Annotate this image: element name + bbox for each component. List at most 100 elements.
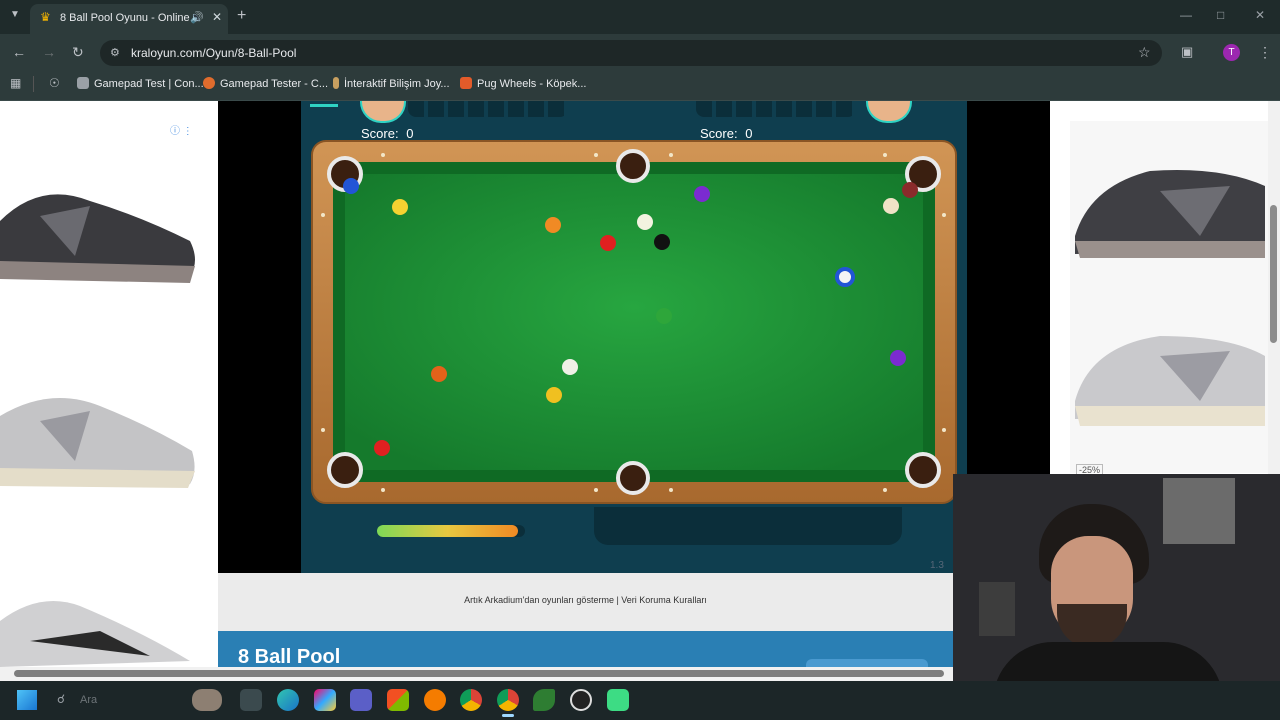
player2-score: Score: 0 — [700, 126, 752, 141]
crown-icon: ♛ — [40, 10, 51, 24]
horizontal-scroll-thumb[interactable] — [14, 670, 944, 677]
android-icon[interactable] — [607, 689, 629, 711]
ball-yellow-stripe — [392, 199, 408, 215]
bookmark-interaktif[interactable]: İnteraktif Bilişim Joy... — [333, 77, 450, 90]
edge-icon[interactable] — [277, 689, 299, 711]
rail-diamond — [381, 153, 385, 157]
ball-yellow — [546, 387, 562, 403]
speaker-icon[interactable]: 🔊 — [190, 11, 204, 24]
obs-icon[interactable] — [570, 689, 592, 711]
ball-blue-stripe — [835, 267, 855, 287]
ball-eight — [654, 234, 670, 250]
fruity-icon[interactable] — [424, 689, 446, 711]
rail-diamond — [942, 428, 946, 432]
extensions-icon[interactable]: ▣ — [1181, 44, 1193, 60]
tab-active[interactable]: ♛ 8 Ball Pool Oyunu - Online 🔊 ✕ — [30, 4, 228, 34]
rail-diamond — [594, 488, 598, 492]
chrome-icon[interactable] — [460, 689, 482, 711]
power-bar-fill — [377, 525, 518, 537]
profile-avatar[interactable]: T — [1223, 44, 1240, 61]
close-tab-icon[interactable]: ✕ — [212, 10, 222, 24]
player1-ball-slots — [408, 101, 568, 117]
rail-diamond — [942, 213, 946, 217]
player1-score-label: Score: — [361, 126, 399, 141]
rail-diamond — [321, 428, 325, 432]
elephant-widget-icon[interactable] — [192, 689, 222, 711]
player2-ball-slots — [696, 101, 856, 117]
site-info-icon[interactable]: ⚙ — [110, 46, 120, 59]
table-felt — [345, 174, 923, 470]
new-tab-button[interactable]: + — [237, 7, 246, 25]
rail-diamond — [321, 213, 325, 217]
task-view-icon[interactable] — [240, 689, 262, 711]
sneaker-image[interactable] — [1070, 146, 1268, 266]
taskbar-search-label[interactable]: Ara — [80, 694, 97, 706]
bookmark-favicon-icon — [333, 77, 339, 89]
pocket-bottom-left — [327, 452, 363, 488]
ball-orange-stripe — [545, 217, 561, 233]
maximize-button[interactable]: □ — [1217, 8, 1224, 22]
sneaker-image[interactable] — [0, 581, 200, 671]
bookmark-favicon-icon — [460, 77, 472, 89]
pool-table[interactable] — [311, 140, 957, 504]
bookmark-divider — [33, 76, 34, 92]
chrome-profile-icon[interactable] — [497, 689, 519, 711]
pocket-bottom-middle — [616, 461, 650, 495]
sneaker-image[interactable] — [0, 161, 200, 291]
footer-links[interactable]: Artık Arkadium'dan oyunları gösterme | V… — [218, 595, 953, 605]
cue-ball — [562, 359, 578, 375]
player2-score-value: 0 — [745, 126, 753, 141]
rail-diamond — [669, 488, 673, 492]
copilot-icon[interactable] — [314, 689, 336, 711]
globe-icon[interactable]: ☉ — [49, 76, 60, 90]
ball-purple — [890, 350, 906, 366]
apps-grid-icon[interactable]: ▦ — [10, 76, 21, 90]
sneaker-image[interactable] — [1070, 316, 1268, 431]
bookmark-favicon-icon — [77, 77, 89, 89]
webcam-background-shelf — [979, 582, 1015, 636]
cue-tray — [594, 507, 902, 545]
ad-info-icon[interactable]: ⓘ ⋮ — [170, 122, 193, 137]
power-bar-track[interactable] — [377, 525, 525, 537]
bookmark-gamepad-test[interactable]: Gamepad Test | Con... — [77, 77, 204, 90]
webcam-background-poster — [1163, 478, 1235, 544]
teams-icon[interactable] — [350, 689, 372, 711]
url-text[interactable]: kraloyun.com/Oyun/8-Ball-Pool — [131, 46, 296, 60]
player1-score-value: 0 — [406, 126, 414, 141]
left-ad-panel[interactable]: ⓘ ⋮ — [0, 101, 218, 667]
bird-app-icon[interactable] — [533, 689, 555, 711]
bookmark-pug-wheels[interactable]: Pug Wheels - Köpek... — [460, 77, 586, 90]
tab-list-chevron-icon[interactable]: ▼ — [10, 9, 20, 20]
tab-title: 8 Ball Pool Oyunu - Online — [60, 12, 190, 24]
back-button[interactable]: ← — [12, 44, 26, 60]
version-label: 1.3 — [930, 560, 944, 571]
rail-diamond — [381, 488, 385, 492]
right-ad-panel[interactable]: -25% — [1050, 101, 1268, 481]
ball-red-bottom — [374, 440, 390, 456]
player2-score-label: Score: — [700, 126, 738, 141]
bookmark-gamepad-tester[interactable]: Gamepad Tester - C... — [203, 77, 328, 90]
bookmark-star-icon[interactable]: ☆ — [1138, 44, 1151, 61]
pocket-bottom-right — [905, 452, 941, 488]
close-window-button[interactable]: ✕ — [1255, 8, 1265, 22]
rail-diamond — [883, 153, 887, 157]
start-button-icon[interactable] — [17, 690, 37, 710]
ball-maroon — [902, 182, 918, 198]
reload-button[interactable]: ↻ — [72, 44, 84, 61]
ball-white-stripe — [637, 214, 653, 230]
ball-blue — [343, 178, 359, 194]
rail-diamond — [594, 153, 598, 157]
ball-orange — [431, 366, 447, 382]
minimize-button[interactable]: — — [1180, 8, 1192, 22]
search-icon[interactable]: ☌ — [57, 692, 65, 706]
player1-score: Score: 0 — [361, 126, 413, 141]
menu-icon[interactable]: ⋮ — [1258, 44, 1272, 61]
game-title: 8 Ball Pool — [238, 646, 341, 668]
ball-red — [600, 235, 616, 251]
forward-button[interactable]: → — [42, 44, 56, 60]
store-icon[interactable] — [387, 689, 409, 711]
pocket-top-middle — [616, 149, 650, 183]
sneaker-image[interactable] — [0, 376, 200, 496]
vertical-scroll-thumb[interactable] — [1270, 205, 1277, 343]
game-footer: Artık Arkadium'dan oyunları gösterme | V… — [218, 573, 953, 631]
